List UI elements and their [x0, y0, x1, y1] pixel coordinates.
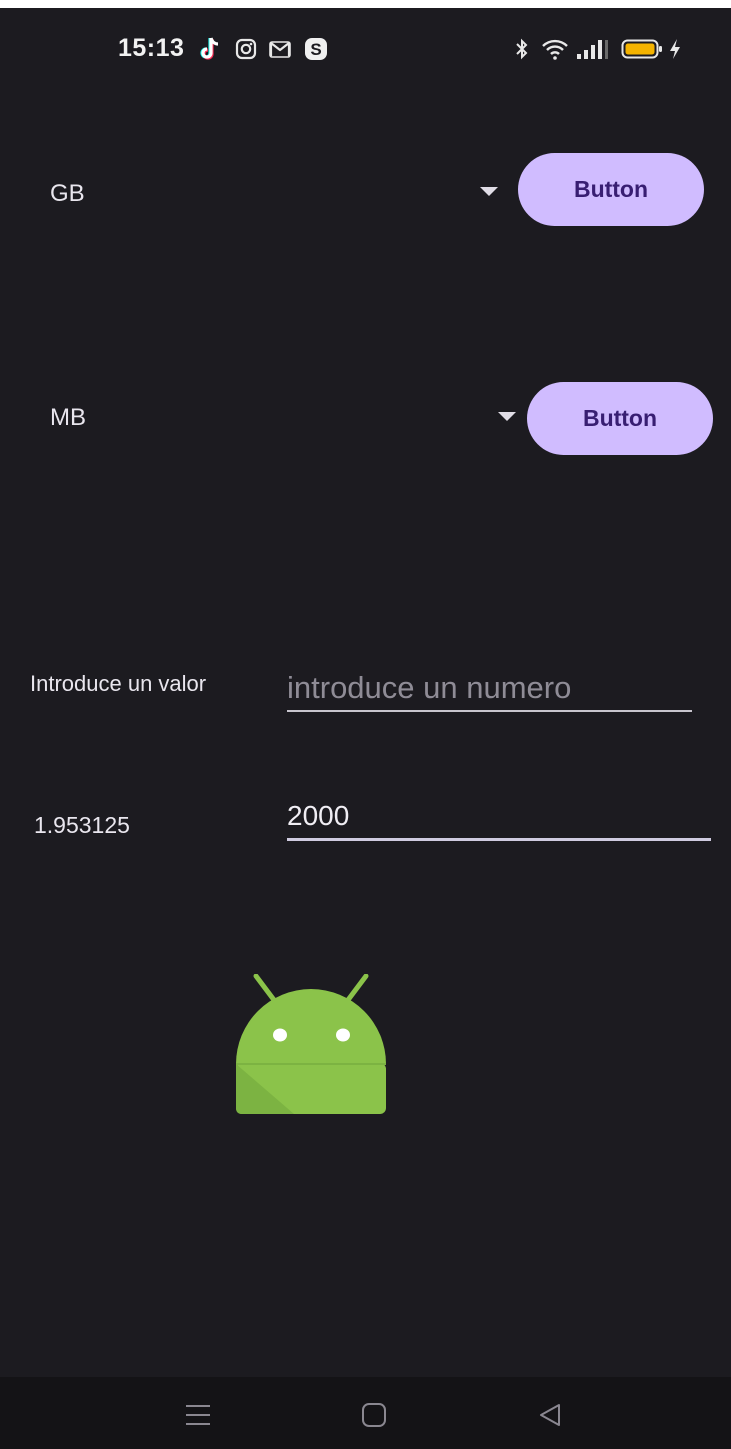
dropdown-arrow-icon[interactable]: [498, 412, 516, 421]
bluetooth-icon: [512, 36, 532, 62]
value-input[interactable]: [287, 794, 711, 841]
tiktok-icon: [198, 36, 222, 62]
charging-icon: [666, 36, 684, 62]
spinner-unit-from[interactable]: GB: [50, 180, 85, 208]
wifi-icon: [540, 36, 570, 62]
number-input[interactable]: [287, 666, 692, 712]
navigation-bar: [0, 1377, 731, 1449]
status-bar: 15:13 S: [0, 8, 731, 88]
signal-icon: [574, 36, 612, 62]
android-logo-image: [234, 973, 388, 1116]
skype-icon: S: [303, 36, 329, 62]
dropdown-arrow-icon[interactable]: [480, 187, 498, 196]
instagram-icon: [234, 36, 258, 62]
battery-icon: [620, 36, 664, 62]
result-value: 1.953125: [34, 812, 130, 838]
convert-button-bottom[interactable]: Button: [527, 382, 713, 455]
status-time: 15:13: [118, 34, 185, 62]
convert-button-top[interactable]: Button: [518, 153, 704, 226]
app-screen: 15:13 S GB Button MB Button Introduce un…: [0, 8, 731, 1449]
spinner-unit-to[interactable]: MB: [50, 404, 86, 432]
svg-text:S: S: [310, 40, 321, 59]
back-icon[interactable]: [530, 1395, 570, 1435]
home-icon[interactable]: [354, 1395, 394, 1435]
menu-icon[interactable]: [178, 1395, 218, 1435]
gmail-icon: [267, 36, 293, 62]
input-prompt-label: Introduce un valor: [30, 671, 207, 696]
